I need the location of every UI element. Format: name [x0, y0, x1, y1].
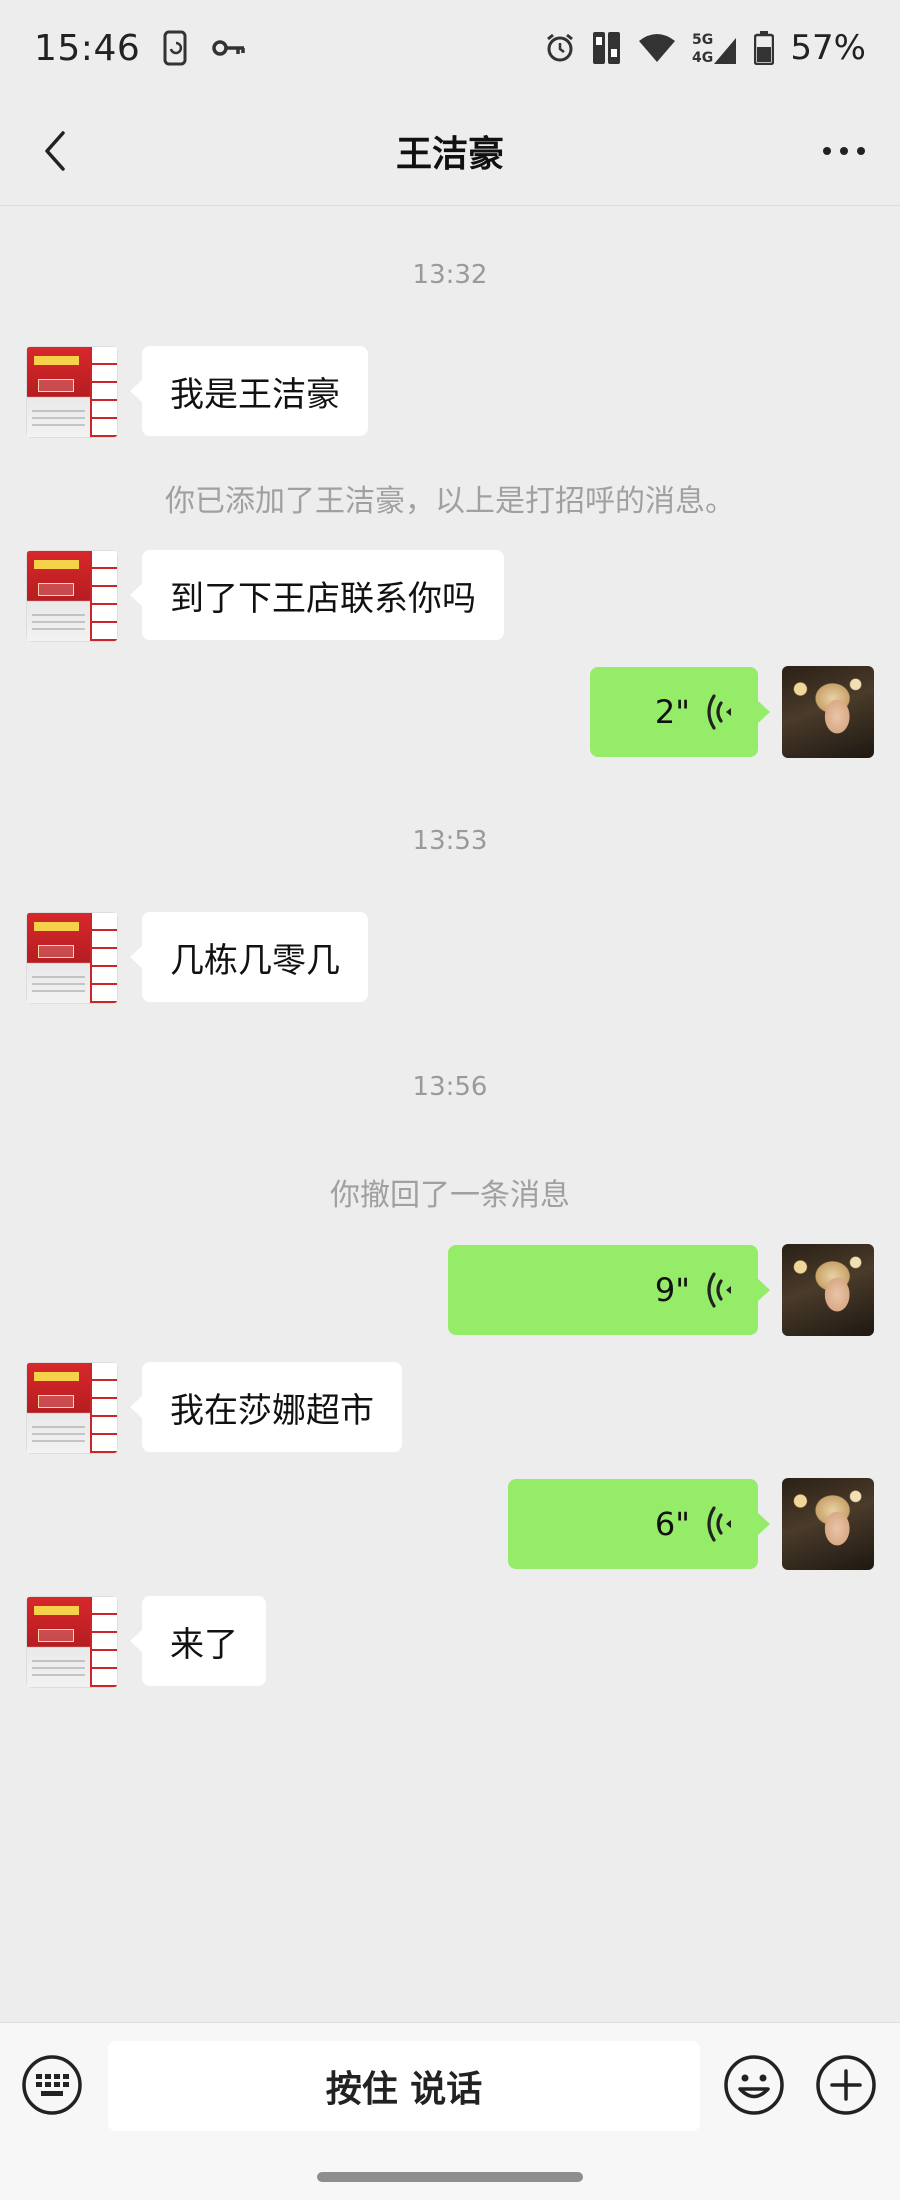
- system-message: 你已添加了王洁豪，以上是打招呼的消息。: [165, 484, 735, 519]
- home-indicator[interactable]: [317, 2172, 583, 2182]
- received-message[interactable]: 我在莎娜超市: [130, 1362, 402, 1452]
- contact-avatar[interactable]: [26, 1362, 118, 1454]
- received-message[interactable]: 来了: [130, 1596, 266, 1686]
- voice-wave-icon: [704, 1503, 734, 1545]
- emoji-icon: [724, 2055, 784, 2115]
- contact-avatar[interactable]: [26, 346, 118, 438]
- user-avatar[interactable]: [782, 1244, 874, 1336]
- voice-wave-icon: [704, 1269, 734, 1311]
- chat-title: 王洁豪: [395, 133, 504, 175]
- chat-header: 王洁豪: [0, 96, 900, 206]
- alarm-icon: [544, 32, 576, 64]
- battery-icon: [754, 31, 775, 65]
- message-text: 我在莎娜超市: [170, 1390, 374, 1431]
- message-text: 我是王洁豪: [170, 374, 340, 415]
- message-text: 几栋几零几: [170, 940, 340, 981]
- more-horizontal-icon: [823, 147, 865, 155]
- signal-icon: 5G 4G: [692, 30, 738, 66]
- user-avatar[interactable]: [782, 1478, 874, 1570]
- plus-circle-icon: [816, 2055, 876, 2115]
- sent-voice-message[interactable]: 6": [508, 1479, 770, 1569]
- contact-avatar[interactable]: [26, 550, 118, 642]
- svg-text:4G: 4G: [692, 50, 713, 66]
- voice-duration: 6": [654, 1505, 690, 1543]
- timestamp: 13:53: [412, 826, 488, 856]
- sent-voice-message[interactable]: 2": [590, 667, 770, 757]
- back-button[interactable]: [30, 124, 80, 178]
- user-avatar[interactable]: [782, 666, 874, 758]
- emoji-button[interactable]: [722, 2053, 786, 2117]
- message-text: 来了: [170, 1624, 238, 1665]
- system-message: 你撤回了一条消息: [330, 1178, 570, 1213]
- status-bar: 15:46 5G 4G 57%: [0, 0, 900, 96]
- battery-percent: 57%: [790, 28, 866, 68]
- keyboard-icon: [22, 2055, 82, 2115]
- received-message[interactable]: 我是王洁豪: [130, 346, 368, 436]
- keyboard-toggle-button[interactable]: [20, 2053, 84, 2117]
- contact-avatar[interactable]: [26, 1596, 118, 1688]
- dual-sim-icon: [592, 31, 622, 65]
- key-icon: [212, 38, 246, 58]
- voice-duration: 2": [654, 693, 690, 731]
- more-actions-button[interactable]: [814, 2053, 878, 2117]
- voice-wave-icon: [704, 691, 734, 733]
- timestamp: 13:32: [412, 260, 488, 290]
- contact-avatar[interactable]: [26, 912, 118, 1004]
- input-bar: 按住 说话: [0, 2022, 900, 2200]
- hold-to-talk-button[interactable]: 按住 说话: [108, 2041, 700, 2131]
- voice-duration: 9": [654, 1271, 690, 1309]
- received-message[interactable]: 到了下王店联系你吗: [130, 550, 504, 640]
- more-button[interactable]: [814, 128, 874, 174]
- sent-voice-message[interactable]: 9": [448, 1245, 770, 1335]
- message-text: 到了下王店联系你吗: [170, 578, 476, 619]
- chevron-left-icon: [45, 131, 65, 171]
- received-message[interactable]: 几栋几零几: [130, 912, 368, 1002]
- phone-sync-icon: [162, 30, 190, 66]
- wifi-icon: [638, 33, 676, 63]
- status-time: 15:46: [34, 27, 141, 69]
- timestamp: 13:56: [412, 1072, 488, 1102]
- svg-text:5G: 5G: [692, 32, 713, 48]
